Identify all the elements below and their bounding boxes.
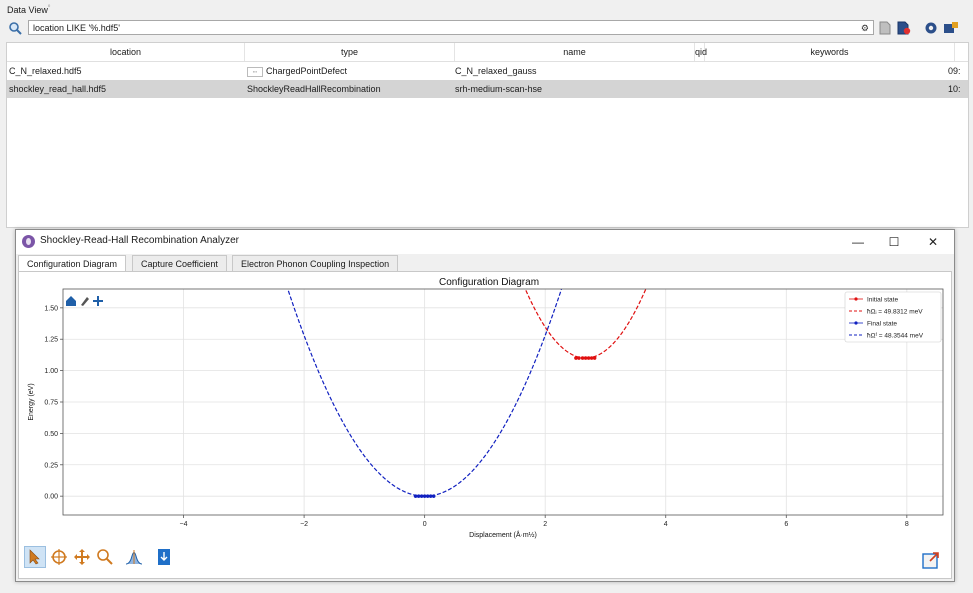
move-icon[interactable] [93, 296, 103, 306]
cell-location: shockley_read_hall.hdf5 [9, 84, 107, 94]
legend-entry-label: Final state [867, 321, 897, 328]
ticks-layer: −4 −2 0 2 4 6 8 0.00 0.25 0.50 0.75 1.00 1.25 1.50 [44, 305, 909, 528]
zoom-tool-icon[interactable] [94, 546, 116, 568]
cell-name: C_N_relaxed_gauss [455, 66, 537, 76]
window-title: Shockley-Read-Hall Recombination Analyze… [40, 235, 239, 246]
cell-name: srh-medium-scan-hse [455, 84, 543, 94]
table-row-selected[interactable]: shockley_read_hall.hdf5 ShockleyReadHall… [7, 80, 968, 98]
cell-extra: 09: [948, 66, 961, 76]
x-tick-label: −2 [300, 521, 308, 528]
close-button[interactable]: ✕ [921, 233, 945, 251]
x-tick-label: 8 [905, 521, 909, 528]
target-tool-icon[interactable] [48, 546, 70, 568]
cell-type: ▪▪▪ ChargedPointDefect [247, 62, 347, 80]
search-input[interactable]: location LIKE '%.hdf5' ⚙ [28, 20, 874, 35]
tab-electron-phonon-coupling[interactable]: Electron Phonon Coupling Inspection [232, 255, 399, 271]
pointer-tool-icon[interactable] [24, 546, 46, 568]
window-titlebar[interactable]: Shockley-Read-Hall Recombination Analyze… [16, 230, 954, 254]
document-icon[interactable] [876, 19, 893, 36]
data-view-title: Data View⁰ [7, 5, 51, 15]
column-header-location[interactable]: location [7, 43, 245, 61]
popout-icon[interactable] [921, 550, 941, 570]
cell-location: C_N_relaxed.hdf5 [9, 66, 82, 76]
analyzer-window: Shockley-Read-Hall Recombination Analyze… [15, 229, 955, 582]
save-tool-icon[interactable] [153, 546, 175, 568]
table-row[interactable]: C_N_relaxed.hdf5 ▪▪▪ ChargedPointDefect C… [7, 62, 968, 80]
series-clip-group [287, 289, 647, 498]
cell-extra: 10: [948, 84, 961, 94]
column-header-keywords[interactable]: keywords [705, 43, 955, 61]
x-tick-label: 4 [664, 521, 668, 528]
configuration-diagram-chart[interactable]: Configuration Diagram −4 −2 0 2 4 6 8 0.00 0.25 0… [18, 272, 952, 542]
x-tick-label: 6 [784, 521, 788, 528]
series-layer [287, 289, 647, 498]
x-tick-label: −4 [180, 521, 188, 528]
cell-type: ShockleyReadHallRecombination [247, 84, 381, 94]
y-tick-label: 1.50 [44, 305, 58, 312]
pan-tool-icon[interactable] [71, 546, 93, 568]
x-tick-label: 0 [423, 521, 427, 528]
legend-swatch-marker [854, 297, 858, 301]
add-filter-icon[interactable] [942, 19, 959, 36]
settings-icon[interactable] [922, 19, 939, 36]
column-header-qid[interactable]: qid [695, 43, 707, 61]
y-tick-label: 0.25 [44, 462, 58, 469]
column-header-type[interactable]: type [245, 43, 455, 61]
tab-bar: Configuration Diagram Capture Coefficien… [18, 255, 948, 272]
grid-layer [63, 289, 943, 515]
legend-swatch-marker [854, 321, 858, 325]
y-tick-label: 1.00 [44, 368, 58, 375]
chart-title: Configuration Diagram [439, 277, 539, 288]
minimize-button[interactable]: — [846, 233, 870, 251]
defect-type-icon: ▪▪▪ [247, 66, 263, 77]
chart-legend: Initial state ħΩᵢ = 49.8312 meV Final stat… [844, 291, 942, 343]
plot-toolbar [24, 546, 184, 570]
delete-document-icon[interactable] [895, 19, 912, 36]
y-tick-label: 0.75 [44, 400, 58, 407]
table-header: location type name qid keywords [7, 43, 968, 62]
search-icon[interactable] [8, 21, 22, 35]
tab-capture-coefficient[interactable]: Capture Coefficient [132, 255, 227, 271]
peak-tool-icon[interactable] [123, 546, 145, 568]
x-tick-label: 2 [543, 521, 547, 528]
data-table: location type name qid keywords C_N_rela… [6, 42, 969, 228]
app-icon [22, 235, 35, 248]
brush-icon[interactable] [81, 297, 89, 306]
y-tick-label: 0.50 [44, 431, 58, 438]
x-axis-label: Displacement (Å·m½) [469, 530, 537, 539]
home-icon[interactable] [66, 296, 76, 306]
legend-entry-label: ħΩᶠ = 48.3544 meV [867, 333, 924, 340]
legend-entry-label: ħΩᵢ = 49.8312 meV [867, 309, 923, 316]
y-tick-label: 0.00 [44, 494, 58, 501]
maximize-button[interactable]: ☐ [882, 233, 906, 251]
chart-svg[interactable]: Configuration Diagram −4 −2 0 2 4 6 8 0.00 0.25 0… [18, 272, 952, 542]
plot-nav-icons [66, 296, 103, 306]
y-tick-label: 1.25 [44, 337, 58, 344]
legend-entry-label: Initial state [867, 297, 898, 304]
column-header-name[interactable]: name [455, 43, 695, 61]
clear-search-icon[interactable]: ⚙ [861, 23, 869, 34]
tab-configuration-diagram[interactable]: Configuration Diagram [18, 255, 127, 272]
y-axis-label: Energy (eV) [28, 383, 35, 420]
search-row: location LIKE '%.hdf5' ⚙ [6, 19, 968, 39]
